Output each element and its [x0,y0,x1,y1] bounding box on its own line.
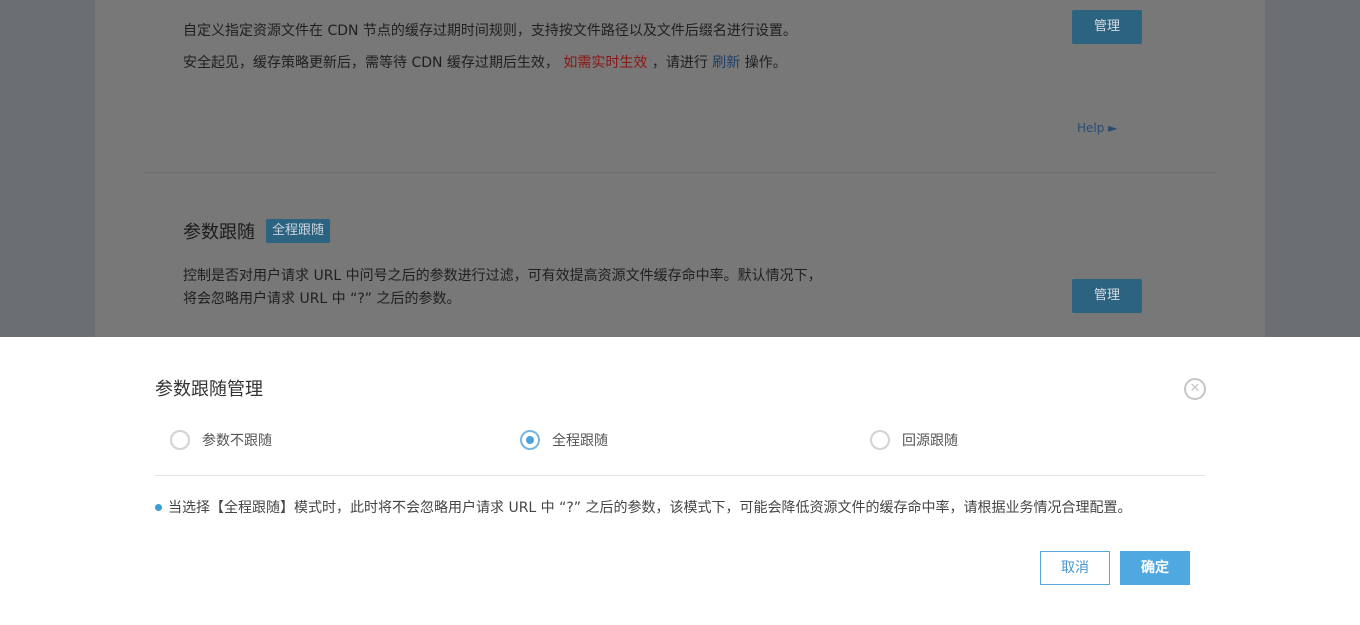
modal-title: 参数跟随管理 [155,379,263,400]
close-circle-icon[interactable]: ✕ [1184,378,1206,400]
radio-button-icon[interactable] [870,430,890,450]
cache-rule-note: 安全起见，缓存策略更新后，需等待 CDN 缓存过期后生效， 如需实时生效 ，请进… [183,52,787,72]
cache-note-text-end: 操作。 [744,55,787,71]
param-follow-description-line2: 将会忽略用户请求 URL 中 “?” 之后的参数。 [183,291,461,307]
cache-manage-button[interactable]: 管理 [1072,10,1142,44]
radio-label: 参数不跟随 [202,433,272,449]
radio-option-full-follow[interactable]: 全程跟随 [520,430,608,450]
cache-rule-description: 自定义指定资源文件在 CDN 节点的缓存过期时间规则，支持按文件路径以及文件后缀… [183,23,797,39]
realtime-effect-text: 如需实时生效 [563,55,648,71]
radio-label: 全程跟随 [552,433,608,449]
param-follow-modal: 参数跟随管理 ✕ 参数不跟随 全程跟随 回源跟随 当选择【全程跟随】模式时，此时… [0,337,1360,625]
modal-divider [155,475,1205,476]
param-follow-manage-button[interactable]: 管理 [1072,279,1142,313]
refresh-link[interactable]: 刷新 [712,55,740,71]
param-follow-section-title: 参数跟随 [183,222,255,243]
mode-note: 当选择【全程跟随】模式时，此时将不会忽略用户请求 URL 中 “?” 之后的参数… [155,497,1132,517]
help-link[interactable]: Help ► [1077,121,1117,135]
cache-note-text-mid: ，请进行 [651,55,708,71]
mode-note-text: 当选择【全程跟随】模式时，此时将不会忽略用户请求 URL 中 “?” 之后的参数… [168,500,1132,516]
radio-button-checked-icon[interactable] [520,430,540,450]
radio-option-origin-follow[interactable]: 回源跟随 [870,430,958,450]
section-divider [143,172,1215,173]
cancel-button[interactable]: 取消 [1040,551,1110,585]
radio-button-icon[interactable] [170,430,190,450]
bullet-dot-icon [155,503,162,511]
param-follow-description-line1: 控制是否对用户请求 URL 中问号之后的参数进行过滤，可有效提高资源文件缓存命中… [183,268,822,284]
status-badge: 全程跟随 [266,219,331,243]
radio-option-no-follow[interactable]: 参数不跟随 [170,430,272,450]
radio-label: 回源跟随 [902,433,958,449]
confirm-button[interactable]: 确定 [1120,551,1190,585]
cache-note-text: 安全起见，缓存策略更新后，需等待 CDN 缓存过期后生效， [183,55,559,71]
